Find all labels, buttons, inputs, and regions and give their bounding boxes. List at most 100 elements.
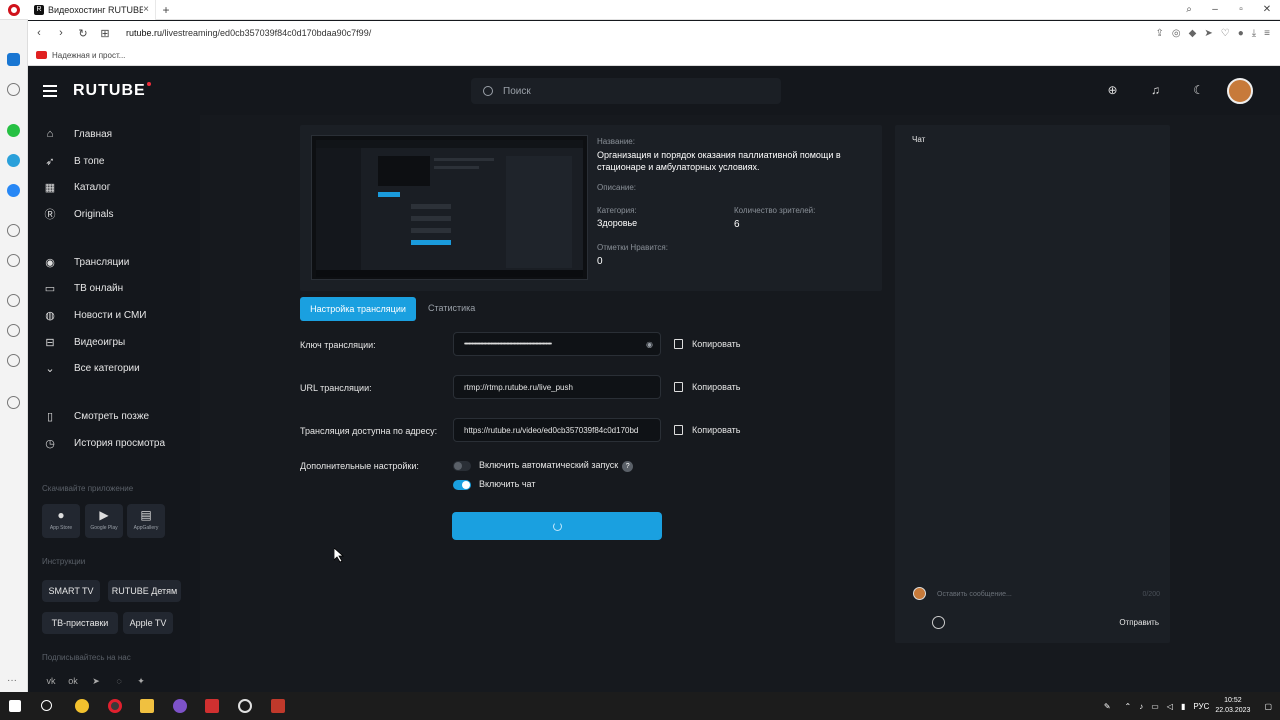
search-tabs-icon[interactable]: ⌕: [1176, 4, 1202, 15]
bookmark-item[interactable]: Надежная и прост...: [52, 51, 125, 60]
mic-icon[interactable]: ♪: [1139, 702, 1143, 711]
stream-key-field[interactable]: ••••••••••••••••••••••••••••••••••••••••…: [453, 332, 661, 356]
name-label: Название:: [597, 137, 635, 146]
heart-icon[interactable]: [7, 294, 20, 307]
viber-icon[interactable]: ◌: [112, 676, 126, 688]
chevron-up-icon[interactable]: ⌃: [1125, 702, 1132, 711]
chat-toggle[interactable]: [453, 480, 471, 490]
app-store-button[interactable]: ● App Store: [42, 504, 80, 538]
search-input[interactable]: Поиск: [471, 78, 781, 104]
bell-icon[interactable]: ♫: [1149, 84, 1162, 97]
profile-icon[interactable]: ●: [1238, 28, 1244, 39]
stream-preview-thumbnail[interactable]: [311, 135, 588, 280]
whatsapp-icon[interactable]: [7, 124, 20, 137]
shield-icon[interactable]: ◆: [1189, 28, 1197, 39]
eye-icon[interactable]: ◉: [646, 340, 653, 349]
emoji-icon[interactable]: [932, 616, 945, 629]
browser-tab[interactable]: R Видеохостинг RUTUBE. Cм ×: [28, 0, 156, 20]
moon-icon[interactable]: ☾: [1192, 84, 1205, 97]
clock[interactable]: 10:52 22.03.2023: [1215, 696, 1250, 716]
nav-news[interactable]: ◍ Новости и СМИ: [28, 305, 200, 325]
nav-tv-online[interactable]: ▭ ТВ онлайн: [28, 278, 200, 298]
windows-start-icon[interactable]: [9, 700, 21, 712]
network-icon[interactable]: ▭: [1151, 702, 1159, 711]
chat-message-input[interactable]: Оставить сообщение...: [937, 591, 1012, 598]
bulb-icon[interactable]: [7, 396, 20, 409]
nav-originals[interactable]: Ⓡ Originals: [28, 204, 200, 224]
back-icon[interactable]: ‹: [28, 27, 50, 39]
avatar[interactable]: [1227, 78, 1253, 104]
sync-icon[interactable]: [238, 699, 252, 713]
rutube-logo[interactable]: RUTUBE: [73, 82, 151, 100]
home-icon[interactable]: [7, 53, 20, 66]
share-icon[interactable]: ⇪: [1156, 28, 1164, 39]
upload-icon[interactable]: ⊕: [1106, 84, 1119, 97]
ok-icon[interactable]: ok: [66, 676, 80, 688]
autostart-toggle[interactable]: [453, 461, 471, 471]
download-icon[interactable]: ⤓: [1252, 28, 1256, 39]
new-tab-icon[interactable]: +: [156, 3, 176, 17]
nav-top[interactable]: ➶ В топе: [28, 151, 200, 171]
star-icon[interactable]: [7, 83, 20, 96]
send-icon[interactable]: ➤: [1204, 28, 1212, 39]
zen-icon[interactable]: ✦: [134, 676, 148, 688]
send-icon[interactable]: [7, 254, 20, 267]
nav-broadcasts[interactable]: ◉ Трансляции: [28, 252, 200, 272]
nav-all-categories[interactable]: ⌄ Все категории: [28, 358, 200, 378]
reload-icon[interactable]: ↻: [72, 27, 94, 40]
viber-icon[interactable]: [173, 699, 187, 713]
settings-icon[interactable]: [7, 354, 20, 367]
volume-icon[interactable]: ◁: [1167, 702, 1173, 711]
vk-icon[interactable]: vk: [44, 676, 58, 688]
camera-icon[interactable]: ◎: [1172, 28, 1181, 39]
opera-logo-icon[interactable]: [0, 0, 28, 20]
nav-history[interactable]: ◷ История просмотра: [28, 433, 200, 453]
menu-icon[interactable]: ≡: [1264, 28, 1270, 39]
folder-icon[interactable]: [140, 699, 154, 713]
maximize-icon[interactable]: ▫: [1228, 4, 1254, 15]
app-gallery-button[interactable]: ▤ AppGallery: [127, 504, 165, 538]
language-indicator[interactable]: РУС: [1193, 702, 1209, 711]
stream-url-field[interactable]: rtmp://rtmp.rutube.ru/live_push: [453, 375, 661, 399]
minimize-icon[interactable]: –: [1202, 4, 1228, 15]
close-window-icon[interactable]: ✕: [1254, 4, 1280, 15]
nav-home[interactable]: ⌂ Главная: [28, 124, 200, 144]
menu-icon[interactable]: [43, 85, 57, 97]
tab-statistics[interactable]: Статистика: [428, 303, 475, 313]
rutube-kids-chip[interactable]: RUTUBE Детям: [108, 580, 181, 602]
google-play-button[interactable]: ▶ Google Play: [85, 504, 123, 538]
telegram-icon[interactable]: [7, 154, 20, 167]
history-icon[interactable]: [7, 324, 20, 337]
telegram-icon[interactable]: ➤: [89, 676, 103, 688]
battery-icon[interactable]: ▮: [1181, 702, 1185, 711]
player-icon[interactable]: [7, 224, 20, 237]
stream-address-field[interactable]: https://rutube.ru/video/ed0cb357039f84c0…: [453, 418, 661, 442]
nav-watch-later[interactable]: ▯ Смотреть позже: [28, 406, 200, 426]
url-field[interactable]: rutube.ru/livestreaming/ed0cb357039f84c0…: [126, 28, 1156, 38]
close-tab-icon[interactable]: ×: [143, 4, 149, 15]
save-button[interactable]: [452, 512, 662, 540]
more-icon[interactable]: ···: [7, 675, 17, 686]
nav-catalog[interactable]: ▦ Каталог: [28, 177, 200, 197]
tab-stream-settings[interactable]: Настройка трансляции: [300, 297, 416, 321]
send-button[interactable]: Отправить: [1119, 618, 1159, 627]
smart-tv-chip[interactable]: SMART TV: [42, 580, 100, 602]
search-icon[interactable]: [41, 700, 52, 711]
nav-games[interactable]: ⊟ Видеоигры: [28, 332, 200, 352]
help-icon[interactable]: ?: [622, 461, 634, 472]
copy-key-button[interactable]: Копировать: [674, 339, 740, 349]
apple-tv-chip[interactable]: Apple TV: [123, 612, 173, 634]
notifications-icon[interactable]: ▢: [1264, 702, 1272, 711]
tv-boxes-chip[interactable]: ТВ-приставки: [42, 612, 118, 634]
copy-address-button[interactable]: Копировать: [674, 425, 740, 435]
vk-icon[interactable]: [7, 184, 20, 197]
pen-icon[interactable]: ✎: [1104, 702, 1111, 711]
copy-url-button[interactable]: Копировать: [674, 382, 740, 392]
forward-icon[interactable]: ›: [50, 27, 72, 39]
chrome-icon[interactable]: [75, 699, 89, 713]
tabs-grid-icon[interactable]: ⊞: [94, 27, 116, 40]
opera-icon[interactable]: [108, 699, 122, 713]
heart-icon[interactable]: ♡: [1221, 28, 1230, 39]
video-app-icon[interactable]: [205, 699, 219, 713]
powerpoint-icon[interactable]: [271, 699, 285, 713]
